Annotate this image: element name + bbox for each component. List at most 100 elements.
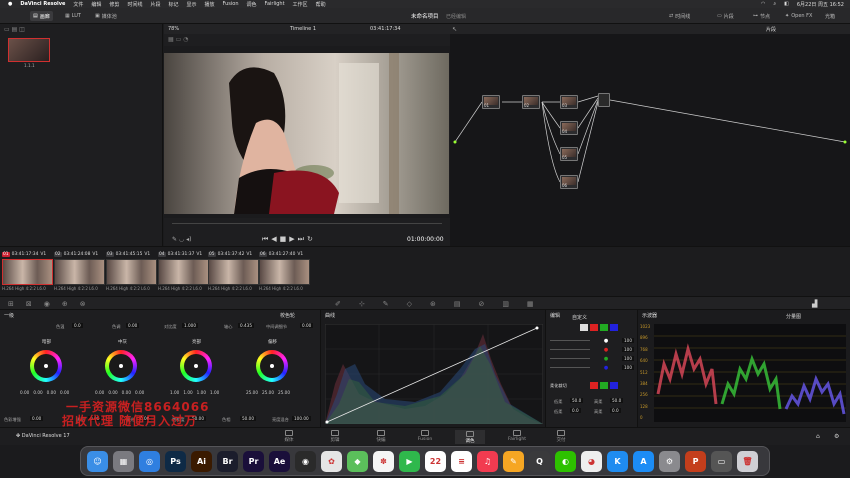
- video-viewer[interactable]: [164, 53, 449, 214]
- offset-values[interactable]: 25.00 25.00 25.00: [246, 390, 290, 395]
- menu-item[interactable]: 修剪: [109, 1, 119, 8]
- gallery-still[interactable]: [8, 38, 50, 62]
- quicktime-icon[interactable]: Q: [529, 451, 550, 472]
- maps-icon[interactable]: ◆: [347, 451, 368, 472]
- menu-item[interactable]: Fusion: [223, 1, 239, 7]
- finder-icon[interactable]: ☺: [87, 451, 108, 472]
- menu-item[interactable]: 显示: [186, 1, 196, 8]
- hue-field[interactable]: 50.00: [240, 416, 256, 421]
- apple-icon[interactable]: ●: [8, 1, 12, 7]
- kugou-icon[interactable]: K: [607, 451, 628, 472]
- lightbox-button[interactable]: 光箱: [822, 11, 838, 21]
- color-boost-field[interactable]: 0.00: [30, 416, 44, 421]
- menu-clock[interactable]: 6月22日 周五 16:52: [797, 1, 844, 8]
- page-media[interactable]: 媒体: [274, 430, 304, 443]
- lift-values[interactable]: 0.00 0.00 0.00 0.00: [20, 390, 69, 395]
- menu-item[interactable]: 播放: [205, 1, 215, 8]
- scrubber[interactable]: [172, 223, 442, 224]
- gain-wheel[interactable]: [180, 350, 212, 382]
- lift-wheel[interactable]: [30, 350, 62, 382]
- menu-item[interactable]: 工作区: [293, 1, 308, 8]
- menu-item[interactable]: 编辑: [91, 1, 101, 8]
- settings-icon[interactable]: ⚙: [834, 433, 839, 440]
- launchpad-icon[interactable]: ▦: [113, 451, 134, 472]
- playback-buttons[interactable]: ⏮◀■▶⏭↻: [262, 235, 316, 244]
- channel-toggles[interactable]: [580, 324, 618, 331]
- timeline-name[interactable]: Timeline 1: [290, 26, 316, 32]
- menu-item[interactable]: 标记: [168, 1, 178, 8]
- gallery-button[interactable]: ▤ 画廊: [30, 11, 53, 21]
- safari-icon[interactable]: ◎: [139, 451, 160, 472]
- offset-wheel[interactable]: [256, 350, 288, 382]
- photos-icon[interactable]: ✽: [373, 451, 394, 472]
- photoshop-icon[interactable]: Ps: [165, 451, 186, 472]
- page-deliver[interactable]: 交付: [546, 430, 576, 443]
- node-03[interactable]: 03: [560, 95, 578, 109]
- pivot-field[interactable]: 0.435: [238, 323, 254, 328]
- media-pool-button[interactable]: ▣ 媒体池: [92, 11, 120, 21]
- menu-item[interactable]: 帮助: [316, 1, 326, 8]
- gallery-tools[interactable]: ▭ ▤ ◫: [4, 26, 25, 33]
- temp-field[interactable]: 0.0: [72, 323, 83, 328]
- node-editor[interactable]: 01 02 03 04 05 06: [450, 34, 850, 246]
- page-fairlight[interactable]: Fairlight: [502, 430, 532, 442]
- appstore-icon[interactable]: A: [633, 451, 654, 472]
- soft-clip-toggles[interactable]: [590, 382, 618, 389]
- settings-icon[interactable]: ⚙: [659, 451, 680, 472]
- menu-item[interactable]: Fairlight: [265, 1, 285, 7]
- menu-app-name[interactable]: DaVinci Resolve: [20, 1, 65, 7]
- page-color[interactable]: 调色: [455, 430, 485, 444]
- scope-mode[interactable]: 分量图: [786, 313, 801, 320]
- calendar-icon[interactable]: 22: [425, 451, 446, 472]
- clip-thumbnail[interactable]: 01 03:41:17:34 V1 H.264 High 4:2:2 L6.0: [2, 251, 53, 291]
- lut-button[interactable]: ▦ LUT: [62, 11, 84, 21]
- lum-mix-field[interactable]: 100.00: [292, 416, 311, 421]
- high-field[interactable]: 50.0: [610, 398, 624, 403]
- page-fusion[interactable]: Fusion: [410, 430, 440, 442]
- node-06[interactable]: 06: [560, 175, 578, 189]
- scopes-toggle-icon[interactable]: ▟: [812, 300, 817, 308]
- control-center-icon[interactable]: ◧: [784, 1, 789, 7]
- powerpoint-icon[interactable]: P: [685, 451, 706, 472]
- pages-icon[interactable]: ✎: [503, 451, 524, 472]
- clip-thumbnail[interactable]: 05 03:41:37:42 V1 H.264 High 4:2:2 L6.0: [208, 251, 259, 291]
- node-04[interactable]: 04: [560, 121, 578, 135]
- nodes-button[interactable]: ⊶ 节点: [750, 11, 773, 21]
- premiere-icon[interactable]: Pr: [243, 451, 264, 472]
- facetime-icon[interactable]: ▶: [399, 451, 420, 472]
- high-soft-field[interactable]: 0.0: [610, 408, 621, 413]
- zoom-level[interactable]: 78%: [168, 26, 179, 32]
- node-01[interactable]: 01: [482, 95, 500, 109]
- contrast-field[interactable]: 1.000: [182, 323, 198, 328]
- search-icon[interactable]: ⌕: [773, 1, 776, 7]
- menu-item[interactable]: 时间线: [127, 1, 142, 8]
- channel-intensity-list[interactable]: ● 100 ● 100 ● 100 ● 100: [550, 336, 634, 372]
- reminders-icon[interactable]: ≡: [451, 451, 472, 472]
- home-icon[interactable]: ⌂: [816, 433, 820, 440]
- menu-item[interactable]: 文件: [73, 1, 83, 8]
- wechat-icon[interactable]: ◐: [555, 451, 576, 472]
- menu-item[interactable]: 调色: [247, 1, 257, 8]
- gamma-values[interactable]: 0.00 0.00 0.00 0.00: [95, 390, 144, 395]
- clip-thumbnail[interactable]: 04 03:41:31:37 V1 H.264 High 4:2:2 L6.0: [158, 251, 209, 291]
- davinci-icon[interactable]: ◉: [295, 451, 316, 472]
- tint-field[interactable]: 0.00: [126, 323, 140, 328]
- parallel-mixer-node[interactable]: [598, 93, 610, 107]
- right-palette-icons[interactable]: ✐⊹✎◇⊛▤⊘▥▦: [335, 300, 552, 308]
- clip-thumbnail[interactable]: 06 03:41:27:40 V1 H.264 High 4:2:2 L6.0: [259, 251, 310, 291]
- middetail-field[interactable]: 0.00: [300, 323, 314, 328]
- gamma-wheel[interactable]: [105, 350, 137, 382]
- node-05[interactable]: 05: [560, 147, 578, 161]
- clips-button[interactable]: ▭ 片段: [714, 11, 737, 21]
- gain-values[interactable]: 1.00 1.00 1.00 1.00: [170, 390, 219, 395]
- curve-mode[interactable]: 自定义: [572, 314, 587, 321]
- node-02[interactable]: 02: [522, 95, 540, 109]
- low-field[interactable]: 50.0: [570, 398, 584, 403]
- viewer-tool-icons[interactable]: ▦ ▭ ◔: [168, 36, 188, 43]
- wifi-icon[interactable]: ◠: [761, 1, 765, 7]
- pointer-icon[interactable]: ↖: [452, 26, 457, 33]
- pinwheel-icon[interactable]: ✿: [321, 451, 342, 472]
- bridge-icon[interactable]: Br: [217, 451, 238, 472]
- clip-thumbnail[interactable]: 03 03:41:45:15 V1 H.264 High 4:2:2 L6.0: [106, 251, 157, 291]
- left-palette-icons[interactable]: ⊞⊠◉⊕⊗: [8, 300, 98, 308]
